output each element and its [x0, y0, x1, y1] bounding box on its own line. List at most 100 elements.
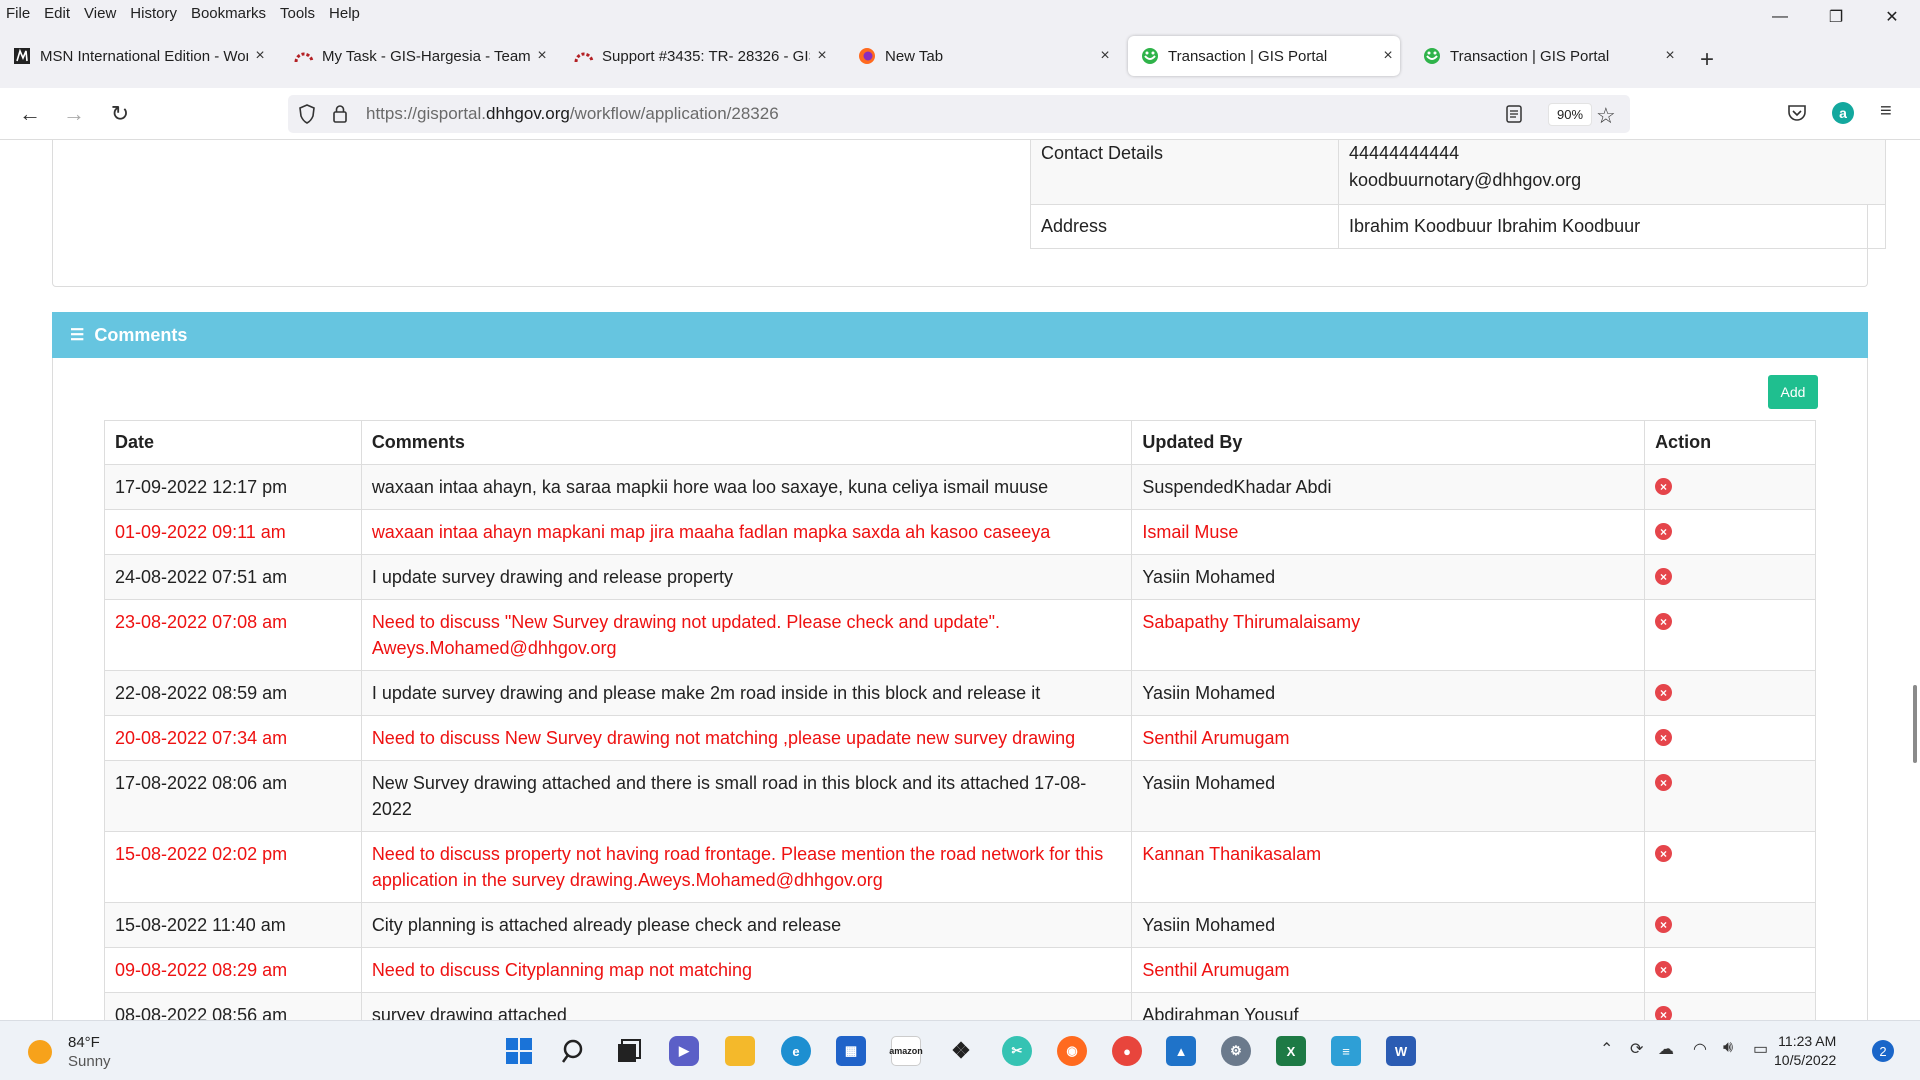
search-icon[interactable]: [560, 1036, 590, 1066]
teams-chat-icon[interactable]: ▶: [669, 1036, 699, 1066]
delete-comment-icon[interactable]: ×: [1655, 1006, 1673, 1020]
comment-text: Need to discuss "New Survey drawing not …: [360, 599, 1133, 671]
battery-icon[interactable]: ▭: [1753, 1039, 1768, 1059]
window-controls: — ❐ ✕: [1752, 0, 1920, 34]
comment-text: Need to discuss Cityplanning map not mat…: [360, 947, 1133, 993]
delete-comment-icon[interactable]: ×: [1655, 568, 1673, 585]
reload-button[interactable]: ↻: [104, 98, 136, 130]
comment-date: 15-08-2022 02:02 pm: [104, 831, 362, 903]
delete-comment-icon[interactable]: ×: [1655, 478, 1673, 495]
comment-text: survey drawing attached: [360, 992, 1133, 1020]
tab-strip: MSN International Edition - World × My T…: [0, 26, 1920, 88]
microsoft-store-icon[interactable]: ▦: [836, 1036, 866, 1066]
edge-icon[interactable]: e: [781, 1036, 811, 1066]
chrome-icon[interactable]: ●: [1112, 1036, 1142, 1066]
delete-comment-icon[interactable]: ×: [1655, 523, 1673, 540]
comment-row: 24-08-2022 07:51 am I update survey drawi…: [104, 554, 1816, 600]
close-icon[interactable]: ×: [530, 47, 554, 65]
firefox-taskbar-icon[interactable]: ◉: [1057, 1036, 1087, 1066]
scrollbar-thumb[interactable]: [1913, 685, 1917, 763]
delete-comment-icon[interactable]: ×: [1655, 961, 1673, 978]
pocket-icon[interactable]: [1787, 103, 1807, 128]
menu-file[interactable]: File: [0, 5, 37, 22]
close-icon[interactable]: ×: [1376, 47, 1400, 65]
zoom-indicator[interactable]: 90%: [1548, 103, 1593, 126]
comment-row: 17-09-2022 12:17 pm waxaan intaa ahayn, k…: [104, 464, 1816, 510]
menu-bookmarks[interactable]: Bookmarks: [184, 5, 273, 22]
amazon-icon[interactable]: amazon: [889, 1036, 923, 1066]
windows-start-icon[interactable]: [504, 1036, 534, 1066]
menu-history[interactable]: History: [123, 5, 184, 22]
menu-edit[interactable]: Edit: [37, 5, 77, 22]
menu-tools[interactable]: Tools: [273, 5, 322, 22]
reader-view-icon[interactable]: [1506, 105, 1522, 128]
onedrive-icon[interactable]: ☁: [1658, 1039, 1674, 1059]
delete-comment-icon[interactable]: ×: [1655, 613, 1673, 630]
delete-comment-icon[interactable]: ×: [1655, 916, 1673, 933]
comment-updated-by: SuspendedKhadar Abdi: [1131, 464, 1646, 510]
tab-new-tab[interactable]: New Tab ×: [845, 36, 1117, 76]
notepad-icon[interactable]: ≡: [1331, 1036, 1361, 1066]
wifi-icon[interactable]: ◠: [1693, 1039, 1707, 1059]
comments-table: Date Comments Updated By Action 17-09-20…: [104, 420, 1816, 1020]
restore-button[interactable]: ❐: [1808, 0, 1864, 34]
shield-icon[interactable]: [298, 104, 316, 129]
back-button[interactable]: ←: [14, 98, 46, 130]
comment-updated-by: Yasiin Mohamed: [1131, 554, 1646, 600]
settings-gear-icon[interactable]: ⚙: [1221, 1036, 1251, 1066]
msn-icon: [12, 46, 32, 66]
column-header-action: Action: [1644, 420, 1816, 465]
comment-row: 01-09-2022 09:11 am waxaan intaa ahayn ma…: [104, 509, 1816, 555]
file-explorer-icon[interactable]: [725, 1036, 755, 1066]
system-clock[interactable]: 11:23 AM 10/5/2022: [1774, 1032, 1836, 1070]
volume-icon[interactable]: 🔊︎: [1723, 1039, 1733, 1057]
comment-updated-by: Kannan Thanikasalam: [1131, 831, 1646, 903]
comment-text: New Survey drawing attached and there is…: [360, 760, 1133, 832]
minimize-button[interactable]: —: [1752, 0, 1808, 34]
dropbox-icon[interactable]: ❖: [946, 1036, 976, 1066]
task-view-icon[interactable]: [614, 1036, 644, 1066]
url-bar[interactable]: https://gisportal.dhhgov.org/workflow/ap…: [288, 95, 1630, 133]
add-comment-button[interactable]: Add: [1768, 375, 1818, 409]
close-icon[interactable]: ×: [248, 47, 272, 65]
menu-help[interactable]: Help: [322, 5, 367, 22]
comment-date: 22-08-2022 08:59 am: [104, 670, 362, 716]
snipping-tool-icon[interactable]: ✂: [1002, 1036, 1032, 1066]
chevron-up-icon[interactable]: ⌃: [1600, 1039, 1613, 1059]
photos-icon[interactable]: ▲: [1166, 1036, 1196, 1066]
tab-support[interactable]: Support #3435: TR- 28326 - GIS ×: [562, 36, 834, 76]
hamburger-menu-icon[interactable]: ≡: [1880, 100, 1892, 123]
tab-label: Transaction | GIS Portal: [1450, 47, 1610, 65]
delete-comment-icon[interactable]: ×: [1655, 845, 1673, 862]
close-icon[interactable]: ×: [1093, 47, 1117, 65]
column-header-comments: Comments: [360, 420, 1133, 465]
tab-transaction[interactable]: Transaction | GIS Portal ×: [1410, 36, 1682, 76]
new-tab-button[interactable]: +: [1700, 46, 1714, 74]
comment-action: ×: [1644, 902, 1816, 948]
comment-date: 20-08-2022 07:34 am: [104, 715, 362, 761]
excel-icon[interactable]: X: [1276, 1036, 1306, 1066]
tab-transaction-active[interactable]: Transaction | GIS Portal ×: [1128, 36, 1400, 76]
weather-desc: Sunny: [68, 1053, 111, 1070]
tab-teams-task[interactable]: My Task - GIS-Hargesia - Teams ×: [282, 36, 554, 76]
lock-icon[interactable]: [332, 104, 348, 129]
tab-msn[interactable]: MSN International Edition - World ×: [0, 36, 272, 76]
delete-comment-icon[interactable]: ×: [1655, 684, 1673, 701]
notification-badge[interactable]: 2: [1872, 1040, 1894, 1062]
clock-time: 11:23 AM: [1778, 1033, 1837, 1049]
account-icon[interactable]: a: [1832, 102, 1854, 124]
close-icon[interactable]: ×: [810, 47, 834, 65]
page-scrollbar[interactable]: [1904, 140, 1920, 1020]
word-icon[interactable]: W: [1386, 1036, 1416, 1066]
delete-comment-icon[interactable]: ×: [1655, 729, 1673, 746]
sync-icon[interactable]: ⟳: [1630, 1039, 1643, 1059]
comment-row: 15-08-2022 02:02 pm Need to discuss prope…: [104, 831, 1816, 903]
forward-button[interactable]: →: [58, 98, 90, 130]
comment-row: 23-08-2022 07:08 am Need to discuss "New …: [104, 599, 1816, 671]
close-window-button[interactable]: ✕: [1864, 0, 1920, 34]
bookmark-star-icon[interactable]: ☆: [1596, 103, 1616, 129]
delete-comment-icon[interactable]: ×: [1655, 774, 1673, 791]
weather-widget[interactable]: 84°F Sunny: [28, 1033, 111, 1071]
close-icon[interactable]: ×: [1658, 47, 1682, 65]
menu-view[interactable]: View: [77, 5, 123, 22]
